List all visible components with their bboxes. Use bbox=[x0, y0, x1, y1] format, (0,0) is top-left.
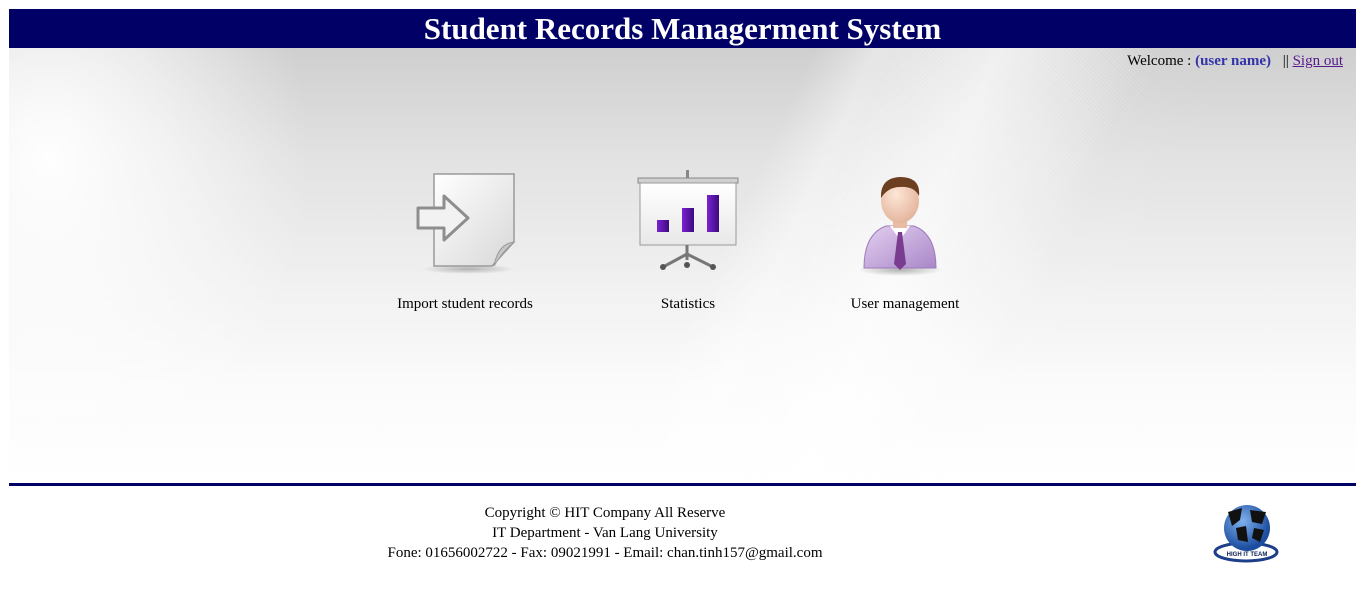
footer: Copyright © HIT Company All Reserve IT D… bbox=[380, 503, 830, 563]
logo-text: HIGH IT TEAM bbox=[1227, 552, 1268, 558]
statistics-chart-icon[interactable] bbox=[633, 168, 743, 280]
menu-item-label: Statistics bbox=[660, 296, 716, 312]
menu-item-statistics[interactable]: Statistics bbox=[598, 168, 778, 314]
import-document-icon[interactable] bbox=[410, 168, 520, 280]
main-panel: Welcome : (user name) || Sign out Import… bbox=[9, 48, 1356, 483]
menu-item-import[interactable]: Import student records bbox=[375, 168, 555, 314]
hit-team-logo-icon: HIGH IT TEAM bbox=[1213, 505, 1279, 563]
separator: || bbox=[1282, 53, 1289, 69]
welcome-label: Welcome : bbox=[1127, 53, 1192, 69]
contact-text: Fone: 01656002722 - Fax: 09021991 - Emai… bbox=[387, 545, 823, 561]
department-text: IT Department - Van Lang University bbox=[492, 525, 718, 541]
sign-out-link[interactable]: Sign out bbox=[1293, 53, 1343, 69]
page-title: Student Records Managerment System bbox=[9, 9, 1356, 48]
user-icon[interactable] bbox=[850, 168, 960, 280]
footer-divider bbox=[9, 483, 1356, 486]
user-bar: Welcome : (user name) || Sign out bbox=[1127, 51, 1343, 71]
menu-item-label: User management bbox=[850, 296, 960, 312]
menu-item-label: Import student records bbox=[397, 296, 533, 312]
copyright-text: Copyright © HIT Company All Reserve bbox=[484, 505, 726, 521]
menu-item-user-management[interactable]: User management bbox=[815, 168, 995, 314]
user-name: (user name) bbox=[1195, 53, 1272, 69]
